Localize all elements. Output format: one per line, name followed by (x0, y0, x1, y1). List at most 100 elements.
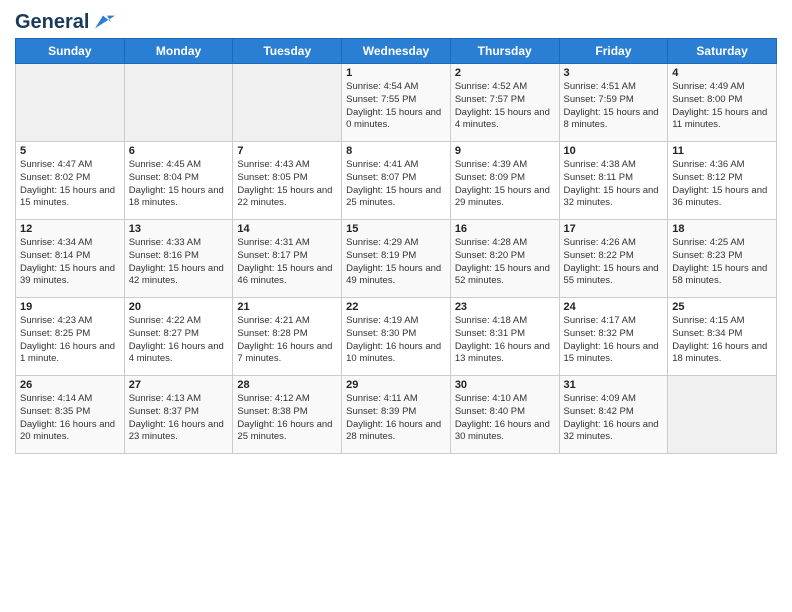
day-number: 22 (346, 301, 446, 313)
day-number: 5 (20, 145, 120, 157)
column-header-friday: Friday (559, 39, 668, 64)
page: General SundayMondayTuesdayWednesdayThur… (0, 0, 792, 612)
day-cell: 1 Sunrise: 4:54 AM Sunset: 7:55 PM Daylig… (342, 64, 451, 142)
column-header-wednesday: Wednesday (342, 39, 451, 64)
day-info: Sunrise: 4:19 AM Sunset: 8:30 PM Dayligh… (346, 315, 446, 366)
week-row-3: 19 Sunrise: 4:23 AM Sunset: 8:25 PM Dayli… (16, 298, 777, 376)
day-info: Sunrise: 4:14 AM Sunset: 8:35 PM Dayligh… (20, 393, 120, 444)
day-cell: 29Sunrise: 4:11 AM Sunset: 8:39 PM Dayli… (342, 376, 451, 454)
day-info: Sunrise: 4:33 AM Sunset: 8:16 PM Dayligh… (129, 237, 229, 288)
day-number: 18 (672, 223, 772, 235)
day-cell: 2 Sunrise: 4:52 AM Sunset: 7:57 PM Daylig… (450, 64, 559, 142)
day-info: Sunrise: 4:13 AM Sunset: 8:37 PM Dayligh… (129, 393, 229, 444)
day-cell: 17 Sunrise: 4:26 AM Sunset: 8:22 PM Dayli… (559, 220, 668, 298)
day-cell: 7 Sunrise: 4:43 AM Sunset: 8:05 PM Daylig… (233, 142, 342, 220)
column-header-sunday: Sunday (16, 39, 125, 64)
day-cell: 4 Sunrise: 4:49 AM Sunset: 8:00 PM Daylig… (668, 64, 777, 142)
day-cell: 3 Sunrise: 4:51 AM Sunset: 7:59 PM Daylig… (559, 64, 668, 142)
day-number: 24 (564, 301, 664, 313)
day-number: 26 (20, 379, 120, 391)
day-number: 4 (672, 67, 772, 79)
day-info: Sunrise: 4:22 AM Sunset: 8:27 PM Dayligh… (129, 315, 229, 366)
day-info: Sunrise: 4:26 AM Sunset: 8:22 PM Dayligh… (564, 237, 664, 288)
day-number: 16 (455, 223, 555, 235)
day-info: Sunrise: 4:09 AM Sunset: 8:42 PM Dayligh… (564, 393, 664, 444)
day-info: Sunrise: 4:23 AM Sunset: 8:25 PM Dayligh… (20, 315, 120, 366)
logo-general: General (15, 11, 89, 33)
day-number: 1 (346, 67, 446, 79)
day-info: Sunrise: 4:28 AM Sunset: 8:20 PM Dayligh… (455, 237, 555, 288)
day-info: Sunrise: 4:47 AM Sunset: 8:02 PM Dayligh… (20, 159, 120, 210)
logo: General (15, 10, 115, 30)
day-cell: 22 Sunrise: 4:19 AM Sunset: 8:30 PM Dayli… (342, 298, 451, 376)
day-info: Sunrise: 4:38 AM Sunset: 8:11 PM Dayligh… (564, 159, 664, 210)
day-cell: 10Sunrise: 4:38 AM Sunset: 8:11 PM Dayli… (559, 142, 668, 220)
day-cell (668, 376, 777, 454)
day-info: Sunrise: 4:11 AM Sunset: 8:39 PM Dayligh… (346, 393, 446, 444)
day-info: Sunrise: 4:18 AM Sunset: 8:31 PM Dayligh… (455, 315, 555, 366)
day-number: 27 (129, 379, 229, 391)
calendar-header-row: SundayMondayTuesdayWednesdayThursdayFrid… (16, 39, 777, 64)
header: General (15, 10, 777, 30)
day-number: 14 (237, 223, 337, 235)
day-number: 30 (455, 379, 555, 391)
day-info: Sunrise: 4:15 AM Sunset: 8:34 PM Dayligh… (672, 315, 772, 366)
day-cell: 31 Sunrise: 4:09 AM Sunset: 8:42 PM Dayli… (559, 376, 668, 454)
day-number: 13 (129, 223, 229, 235)
day-info: Sunrise: 4:39 AM Sunset: 8:09 PM Dayligh… (455, 159, 555, 210)
week-row-0: 1 Sunrise: 4:54 AM Sunset: 7:55 PM Daylig… (16, 64, 777, 142)
day-cell: 8Sunrise: 4:41 AM Sunset: 8:07 PM Daylig… (342, 142, 451, 220)
day-number: 6 (129, 145, 229, 157)
day-info: Sunrise: 4:36 AM Sunset: 8:12 PM Dayligh… (672, 159, 772, 210)
day-info: Sunrise: 4:52 AM Sunset: 7:57 PM Dayligh… (455, 81, 555, 132)
day-info: Sunrise: 4:29 AM Sunset: 8:19 PM Dayligh… (346, 237, 446, 288)
day-cell: 30Sunrise: 4:10 AM Sunset: 8:40 PM Dayli… (450, 376, 559, 454)
week-row-2: 12Sunrise: 4:34 AM Sunset: 8:14 PM Dayli… (16, 220, 777, 298)
day-cell: 20 Sunrise: 4:22 AM Sunset: 8:27 PM Dayli… (124, 298, 233, 376)
day-number: 19 (20, 301, 120, 313)
day-number: 7 (237, 145, 337, 157)
day-number: 28 (237, 379, 337, 391)
day-info: Sunrise: 4:45 AM Sunset: 8:04 PM Dayligh… (129, 159, 229, 210)
day-cell: 11 Sunrise: 4:36 AM Sunset: 8:12 PM Dayli… (668, 142, 777, 220)
day-cell: 16 Sunrise: 4:28 AM Sunset: 8:20 PM Dayli… (450, 220, 559, 298)
day-info: Sunrise: 4:54 AM Sunset: 7:55 PM Dayligh… (346, 81, 446, 132)
day-info: Sunrise: 4:41 AM Sunset: 8:07 PM Dayligh… (346, 159, 446, 210)
day-cell (16, 64, 125, 142)
day-info: Sunrise: 4:49 AM Sunset: 8:00 PM Dayligh… (672, 81, 772, 132)
day-number: 11 (672, 145, 772, 157)
day-cell: 28 Sunrise: 4:12 AM Sunset: 8:38 PM Dayli… (233, 376, 342, 454)
day-info: Sunrise: 4:34 AM Sunset: 8:14 PM Dayligh… (20, 237, 120, 288)
day-cell: 24Sunrise: 4:17 AM Sunset: 8:32 PM Dayli… (559, 298, 668, 376)
day-cell: 6 Sunrise: 4:45 AM Sunset: 8:04 PM Daylig… (124, 142, 233, 220)
day-cell: 5 Sunrise: 4:47 AM Sunset: 8:02 PM Daylig… (16, 142, 125, 220)
logo-icon (91, 10, 115, 34)
calendar-table: SundayMondayTuesdayWednesdayThursdayFrid… (15, 38, 777, 454)
day-cell: 26 Sunrise: 4:14 AM Sunset: 8:35 PM Dayli… (16, 376, 125, 454)
day-info: Sunrise: 4:12 AM Sunset: 8:38 PM Dayligh… (237, 393, 337, 444)
day-cell (233, 64, 342, 142)
day-number: 2 (455, 67, 555, 79)
day-info: Sunrise: 4:51 AM Sunset: 7:59 PM Dayligh… (564, 81, 664, 132)
day-cell: 23Sunrise: 4:18 AM Sunset: 8:31 PM Dayli… (450, 298, 559, 376)
day-info: Sunrise: 4:31 AM Sunset: 8:17 PM Dayligh… (237, 237, 337, 288)
day-cell: 14 Sunrise: 4:31 AM Sunset: 8:17 PM Dayli… (233, 220, 342, 298)
column-header-monday: Monday (124, 39, 233, 64)
day-info: Sunrise: 4:25 AM Sunset: 8:23 PM Dayligh… (672, 237, 772, 288)
day-number: 17 (564, 223, 664, 235)
day-number: 20 (129, 301, 229, 313)
day-cell: 9Sunrise: 4:39 AM Sunset: 8:09 PM Daylig… (450, 142, 559, 220)
day-number: 15 (346, 223, 446, 235)
day-number: 21 (237, 301, 337, 313)
column-header-thursday: Thursday (450, 39, 559, 64)
day-info: Sunrise: 4:43 AM Sunset: 8:05 PM Dayligh… (237, 159, 337, 210)
column-header-saturday: Saturday (668, 39, 777, 64)
day-number: 3 (564, 67, 664, 79)
day-cell: 19 Sunrise: 4:23 AM Sunset: 8:25 PM Dayli… (16, 298, 125, 376)
day-number: 31 (564, 379, 664, 391)
day-cell: 18 Sunrise: 4:25 AM Sunset: 8:23 PM Dayli… (668, 220, 777, 298)
column-header-tuesday: Tuesday (233, 39, 342, 64)
day-cell: 21Sunrise: 4:21 AM Sunset: 8:28 PM Dayli… (233, 298, 342, 376)
day-cell: 15 Sunrise: 4:29 AM Sunset: 8:19 PM Dayli… (342, 220, 451, 298)
day-cell: 13 Sunrise: 4:33 AM Sunset: 8:16 PM Dayli… (124, 220, 233, 298)
